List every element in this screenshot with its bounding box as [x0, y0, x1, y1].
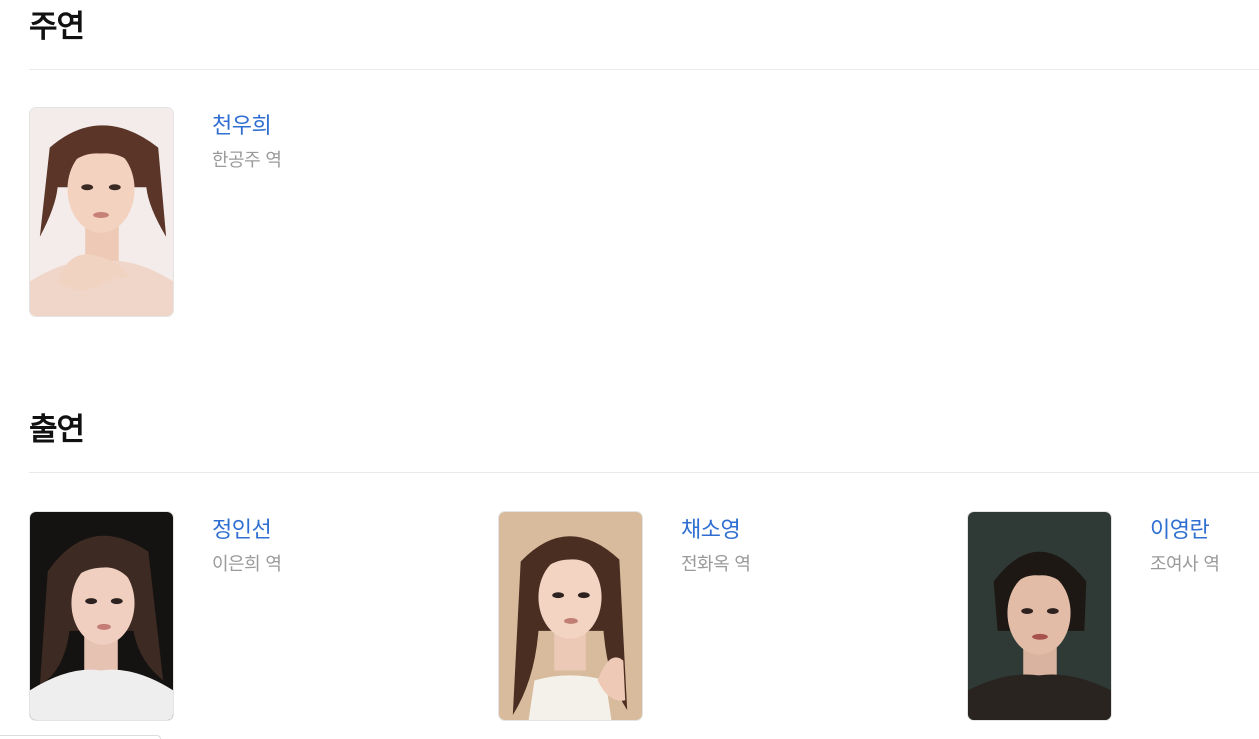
actor-name-link[interactable]: 천우희 — [212, 113, 272, 141]
section-divider — [29, 472, 1259, 473]
portrait-image — [30, 512, 173, 720]
actor-role: 한공주 역 — [212, 150, 282, 171]
portrait-image — [30, 108, 173, 316]
actor-role: 조여사 역 — [1150, 554, 1220, 575]
portrait-image — [968, 512, 1111, 720]
actor-name-link[interactable]: 정인선 — [212, 517, 272, 545]
bottom-bar-edge — [0, 735, 161, 739]
portrait-image — [499, 512, 642, 720]
section-title-supporting: 출연 — [29, 412, 85, 448]
cast-card: 정인선 이은희 역 — [29, 511, 429, 723]
actor-role: 전화옥 역 — [681, 554, 751, 575]
section-title-lead: 주연 — [29, 9, 85, 45]
section-divider — [29, 69, 1259, 70]
cast-card: 이영란 조여사 역 — [967, 511, 1259, 723]
cast-card: 채소영 전화옥 역 — [498, 511, 898, 723]
actor-photo[interactable] — [29, 107, 174, 317]
actor-photo[interactable] — [29, 511, 174, 721]
actor-name-link[interactable]: 채소영 — [681, 517, 741, 545]
actor-name-link[interactable]: 이영란 — [1150, 517, 1210, 545]
actor-photo[interactable] — [498, 511, 643, 721]
cast-card: 천우희 한공주 역 — [29, 107, 429, 319]
actor-photo[interactable] — [967, 511, 1112, 721]
actor-role: 이은희 역 — [212, 554, 282, 575]
